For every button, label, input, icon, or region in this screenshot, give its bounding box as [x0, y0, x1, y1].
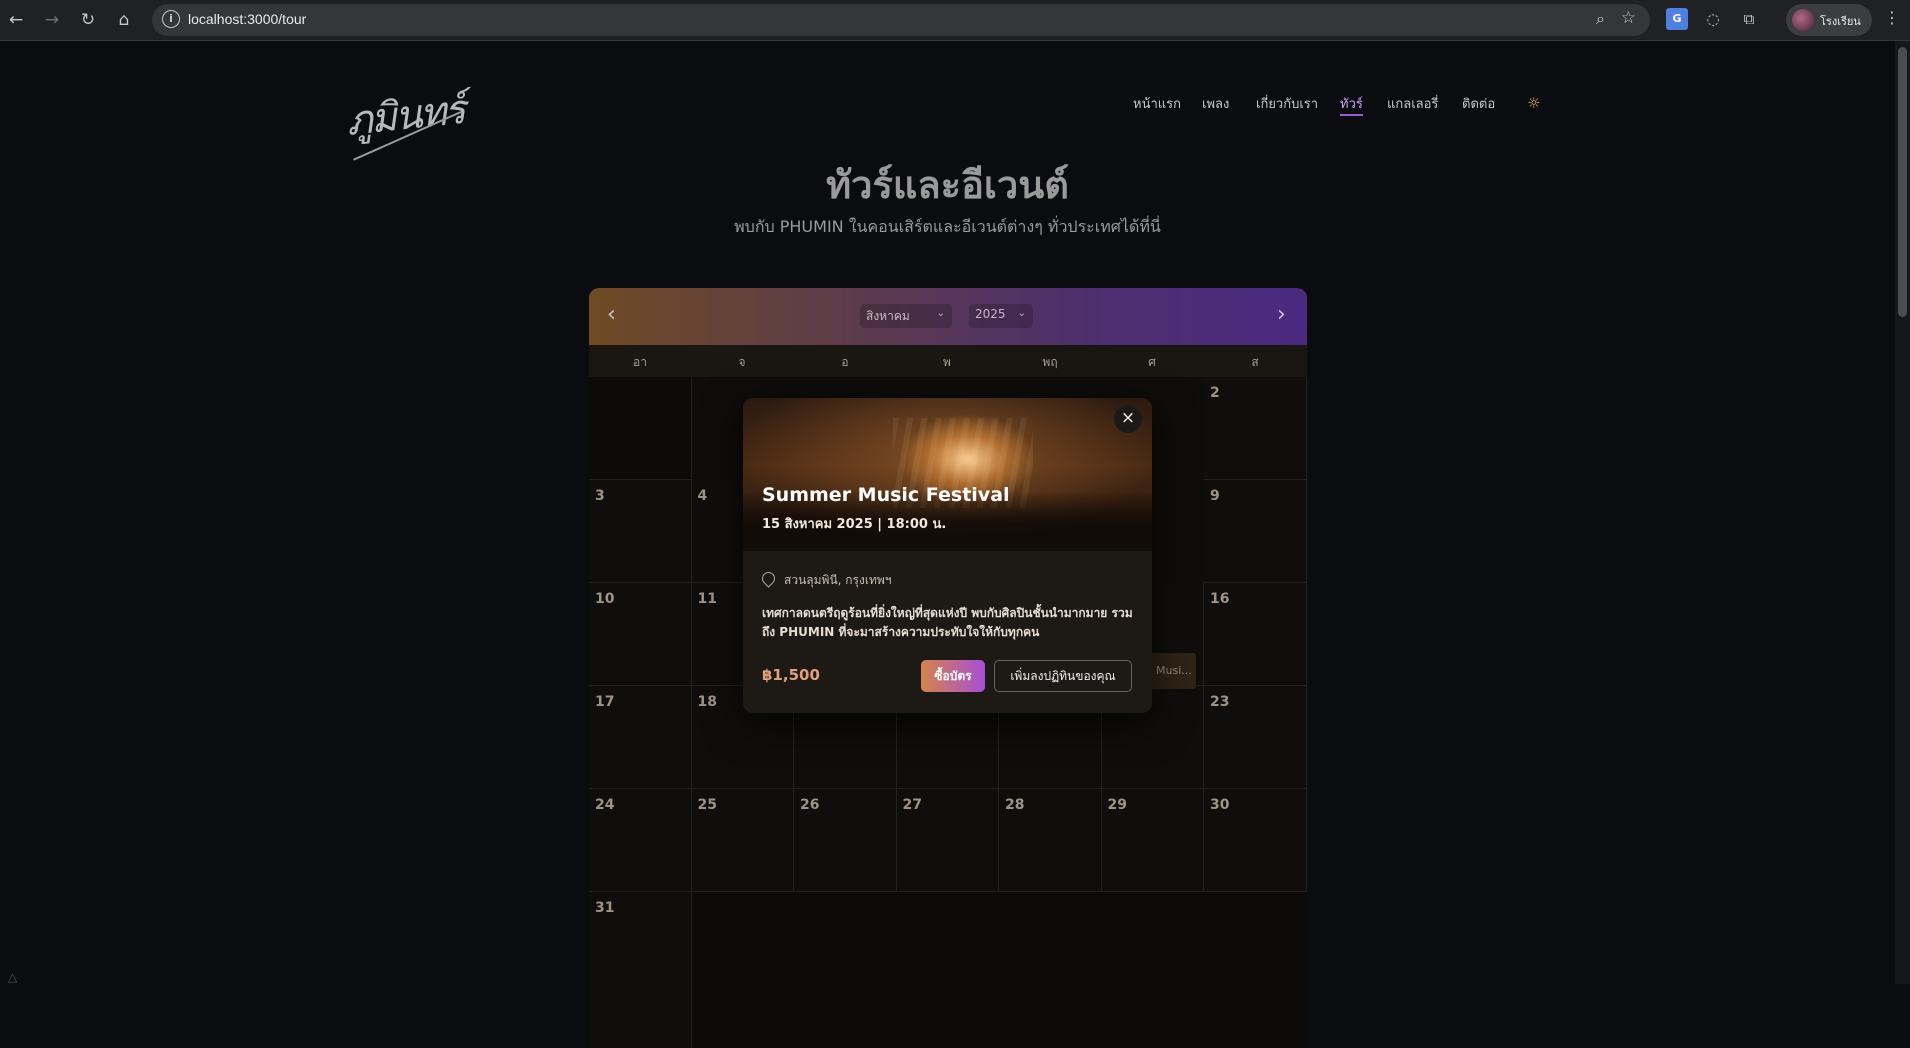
- extension-icon[interactable]: ◌: [1702, 8, 1724, 30]
- month-select-value: สิงหาคม: [866, 309, 910, 323]
- event-chip-label: Musi...: [1156, 664, 1192, 677]
- prev-month-icon[interactable]: ‹: [607, 302, 616, 327]
- event-chip[interactable]: Musi...: [1150, 653, 1196, 689]
- event-title: Summer Music Festival: [762, 484, 1010, 506]
- scrollbar-thumb[interactable]: [1898, 47, 1907, 317]
- browser-toolbar: ← → ↻ ⌂ i localhost:3000/tour ⌕ ☆ G ◌ ⧉ …: [0, 0, 1910, 41]
- scrollbar[interactable]: [1895, 41, 1910, 984]
- weekday-label: พ: [943, 355, 951, 369]
- nav-item-gallery[interactable]: แกลเลอรี่: [1387, 93, 1438, 114]
- event-hero-image: × Summer Music Festival 15 สิงหาคม 2025 …: [743, 398, 1152, 551]
- calendar-empty-area: [691, 892, 1307, 1048]
- chevron-down-icon: ⌄: [936, 308, 945, 319]
- event-description: เทศกาลดนตรีฤดูร้อนที่ยิ่งใหญ่ที่สุดแห่งป…: [762, 606, 1133, 639]
- nav-item-about[interactable]: เกี่ยวกับเรา: [1256, 93, 1318, 114]
- weekday-label: อา: [633, 355, 647, 369]
- weekday-row: อา จ อ พ พฤ ศ ส: [589, 345, 1307, 377]
- calendar-day[interactable]: 25: [691, 789, 794, 892]
- nav-item-contact[interactable]: ติดต่อ: [1462, 93, 1495, 114]
- weekday-label: ส: [1251, 355, 1259, 369]
- chevron-down-icon: ⌄: [1017, 308, 1026, 319]
- forward-icon[interactable]: →: [40, 8, 64, 32]
- year-select-value: 2025: [975, 307, 1006, 321]
- month-select[interactable]: สิงหาคม ⌄: [860, 304, 952, 328]
- bookmark-star-icon[interactable]: ☆: [1621, 8, 1636, 28]
- add-to-calendar-button[interactable]: เพิ่มลงปฏิทินของคุณ: [994, 660, 1132, 692]
- calendar-day[interactable]: 29: [1101, 789, 1204, 892]
- event-modal: × Summer Music Festival 15 สิงหาคม 2025 …: [743, 398, 1152, 713]
- calendar-day[interactable]: 9: [1204, 480, 1307, 583]
- url-text[interactable]: localhost:3000/tour: [188, 11, 306, 27]
- page-subtitle: พบกับ PHUMIN ในคอนเสิร์ตและอีเวนต์ต่างๆ …: [734, 217, 1161, 236]
- page: ภูมินทร์ หน้าแรก เพลง เกี่ยวกับเรา ทัวร์…: [0, 41, 1910, 1048]
- calendar-day[interactable]: 27: [896, 789, 999, 892]
- year-select[interactable]: 2025 ⌄: [969, 304, 1033, 328]
- site-info-icon[interactable]: i: [162, 10, 180, 28]
- location-pin-icon: [759, 569, 778, 588]
- weekday-label: จ: [738, 355, 746, 369]
- calendar-header: ‹ สิงหาคม ⌄ 2025 ⌄ ›: [589, 288, 1307, 345]
- calendar-day: [589, 377, 692, 480]
- event-datetime: 15 สิงหาคม 2025 | 18:00 น.: [762, 517, 947, 532]
- weekday-label: พฤ: [1042, 355, 1058, 369]
- home-icon[interactable]: ⌂: [112, 8, 136, 32]
- menu-icon[interactable]: ⋮: [1884, 8, 1900, 27]
- profile-name: โรงเรียน: [1820, 16, 1861, 28]
- puzzle-icon[interactable]: ⧉: [1738, 8, 1760, 30]
- close-icon[interactable]: ×: [1114, 405, 1142, 433]
- address-bar[interactable]: i localhost:3000/tour ⌕ ☆: [152, 4, 1650, 36]
- event-price: ฿1,500: [762, 666, 820, 684]
- calendar-day[interactable]: 30: [1204, 789, 1307, 892]
- calendar-day[interactable]: 16: [1204, 583, 1307, 686]
- dev-tools-icon[interactable]: △: [8, 970, 17, 984]
- zoom-icon[interactable]: ⌕: [1596, 9, 1605, 29]
- calendar-day[interactable]: 3: [589, 480, 692, 583]
- page-title: ทัวร์และอีเวนต์: [826, 163, 1069, 207]
- weekday-label: อ: [841, 355, 849, 369]
- calendar-day[interactable]: 31: [589, 892, 692, 1048]
- avatar: [1792, 9, 1814, 31]
- calendar-day[interactable]: 26: [794, 789, 897, 892]
- weekday-label: ศ: [1148, 355, 1156, 369]
- event-location: สวนลุมพินี, กรุงเทพฯ: [784, 573, 892, 587]
- calendar-day[interactable]: 2: [1204, 377, 1307, 480]
- nav-item-tour[interactable]: ทัวร์: [1340, 93, 1363, 116]
- nav-item-home[interactable]: หน้าแรก: [1133, 93, 1181, 114]
- buy-ticket-button[interactable]: ซื้อบัตร: [921, 660, 985, 692]
- calendar-day[interactable]: 17: [589, 686, 692, 789]
- next-month-icon[interactable]: ›: [1277, 302, 1286, 327]
- calendar-day[interactable]: 24: [589, 789, 692, 892]
- site-logo[interactable]: ภูมินทร์: [343, 77, 467, 161]
- calendar-day[interactable]: 10: [589, 583, 692, 686]
- back-icon[interactable]: ←: [4, 8, 28, 32]
- calendar-day[interactable]: 23: [1204, 686, 1307, 789]
- nav-item-music[interactable]: เพลง: [1202, 93, 1229, 114]
- reload-icon[interactable]: ↻: [76, 8, 100, 32]
- calendar-day[interactable]: 28: [999, 789, 1102, 892]
- profile-button[interactable]: โรงเรียน: [1786, 4, 1872, 36]
- sun-icon[interactable]: ☼: [1527, 94, 1540, 112]
- translate-icon[interactable]: G: [1666, 8, 1688, 30]
